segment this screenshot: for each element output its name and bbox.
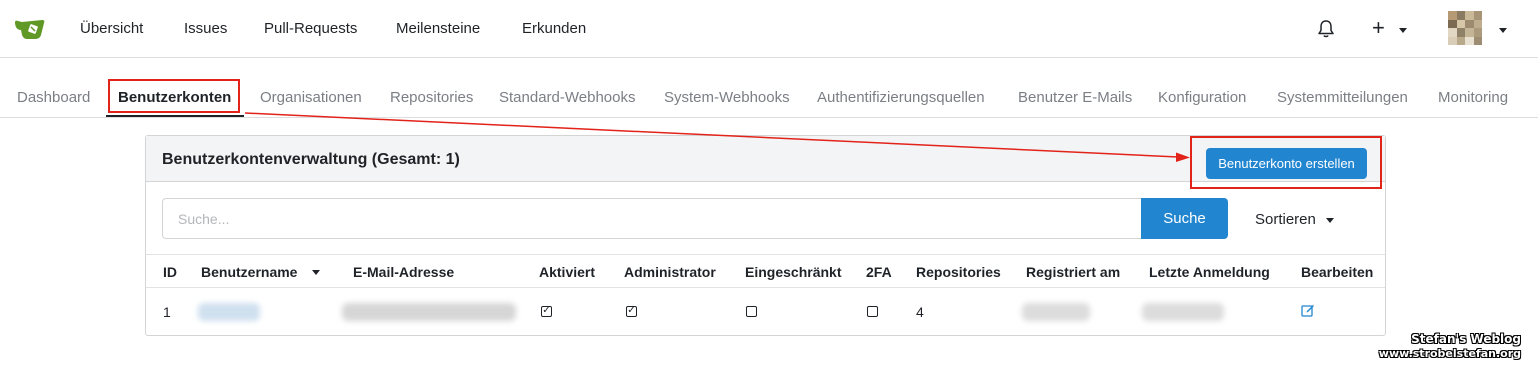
last-login-redacted <box>1142 303 1224 321</box>
activated-checkbox-icon: ✓ <box>541 305 552 317</box>
tab-monitoring[interactable]: Monitoring <box>1438 89 1508 106</box>
bell-icon[interactable] <box>1316 19 1336 39</box>
cell-id: 1 <box>163 304 171 320</box>
sort-chevron-down-icon[interactable] <box>1326 218 1334 223</box>
nav-milestones-link[interactable]: Meilensteine <box>396 20 480 37</box>
column-header-id[interactable]: ID <box>163 264 177 280</box>
column-header-username[interactable]: Benutzername <box>201 264 297 280</box>
top-navbar: Übersicht Issues Pull-Requests Meilenste… <box>0 0 1538 58</box>
cell-repositories: 4 <box>916 304 924 320</box>
tab-configuration[interactable]: Konfiguration <box>1158 89 1246 106</box>
column-header-2fa: 2FA <box>866 264 892 280</box>
tab-default-webhooks[interactable]: Standard-Webhooks <box>499 89 635 106</box>
column-header-administrator: Administrator <box>624 264 716 280</box>
panel-title: Benutzerkontenverwaltung (Gesamt: 1) <box>162 151 460 168</box>
nav-overview-link[interactable]: Übersicht <box>80 20 143 37</box>
sort-username-chevron-down-icon[interactable] <box>312 270 320 275</box>
create-menu-chevron-down-icon[interactable] <box>1399 28 1407 33</box>
twofa-checkbox-icon <box>867 306 878 317</box>
search-input[interactable]: Suche... <box>162 198 1142 239</box>
tab-highlight-box <box>108 79 240 113</box>
table-header-divider <box>146 287 1385 288</box>
avatar[interactable] <box>1448 11 1482 45</box>
watermark-url: www.strobelstefan.org <box>1378 347 1521 360</box>
search-button[interactable]: Suche <box>1141 198 1228 239</box>
tab-user-emails[interactable]: Benutzer E-Mails <box>1018 89 1132 106</box>
nav-issues-link[interactable]: Issues <box>184 20 227 37</box>
tab-system-notices[interactable]: Systemmitteilungen <box>1277 89 1408 106</box>
nav-explore-link[interactable]: Erkunden <box>522 20 586 37</box>
column-header-registered: Registriert am <box>1026 264 1121 280</box>
plus-icon[interactable]: + <box>1372 17 1385 39</box>
edit-icon[interactable] <box>1301 303 1315 317</box>
column-header-last-login: Letzte Anmeldung <box>1149 264 1270 280</box>
create-button-highlight-box <box>1190 136 1382 189</box>
column-header-email[interactable]: E-Mail-Adresse <box>353 264 454 280</box>
table-top-divider <box>146 254 1385 255</box>
tab-dashboard[interactable]: Dashboard <box>17 89 90 106</box>
column-header-restricted: Eingeschränkt <box>745 264 842 280</box>
username-link-redacted[interactable] <box>198 303 260 321</box>
active-tab-underline <box>106 115 244 117</box>
search-placeholder: Suche... <box>178 211 230 227</box>
gitea-logo-icon[interactable] <box>14 17 46 41</box>
tab-system-webhooks[interactable]: System-Webhooks <box>664 89 790 106</box>
user-menu-chevron-down-icon[interactable] <box>1499 28 1507 33</box>
registered-date-redacted <box>1022 303 1090 321</box>
email-redacted <box>342 303 516 321</box>
tab-authentication-sources[interactable]: Authentifizierungsquellen <box>817 89 985 106</box>
restricted-checkbox-icon <box>746 306 757 317</box>
sort-label: Sortieren <box>1255 211 1316 228</box>
admin-checkbox-icon: ✓ <box>626 305 637 317</box>
watermark-title: Stefan's Weblog <box>1411 332 1521 346</box>
column-header-repositories: Repositories <box>916 264 1001 280</box>
sort-dropdown[interactable]: Sortieren <box>1255 211 1316 228</box>
tab-organizations[interactable]: Organisationen <box>260 89 362 106</box>
column-header-activated: Aktiviert <box>539 264 596 280</box>
nav-pull-requests-link[interactable]: Pull-Requests <box>264 20 357 37</box>
tab-repositories[interactable]: Repositories <box>390 89 473 106</box>
column-header-edit: Bearbeiten <box>1301 264 1374 280</box>
